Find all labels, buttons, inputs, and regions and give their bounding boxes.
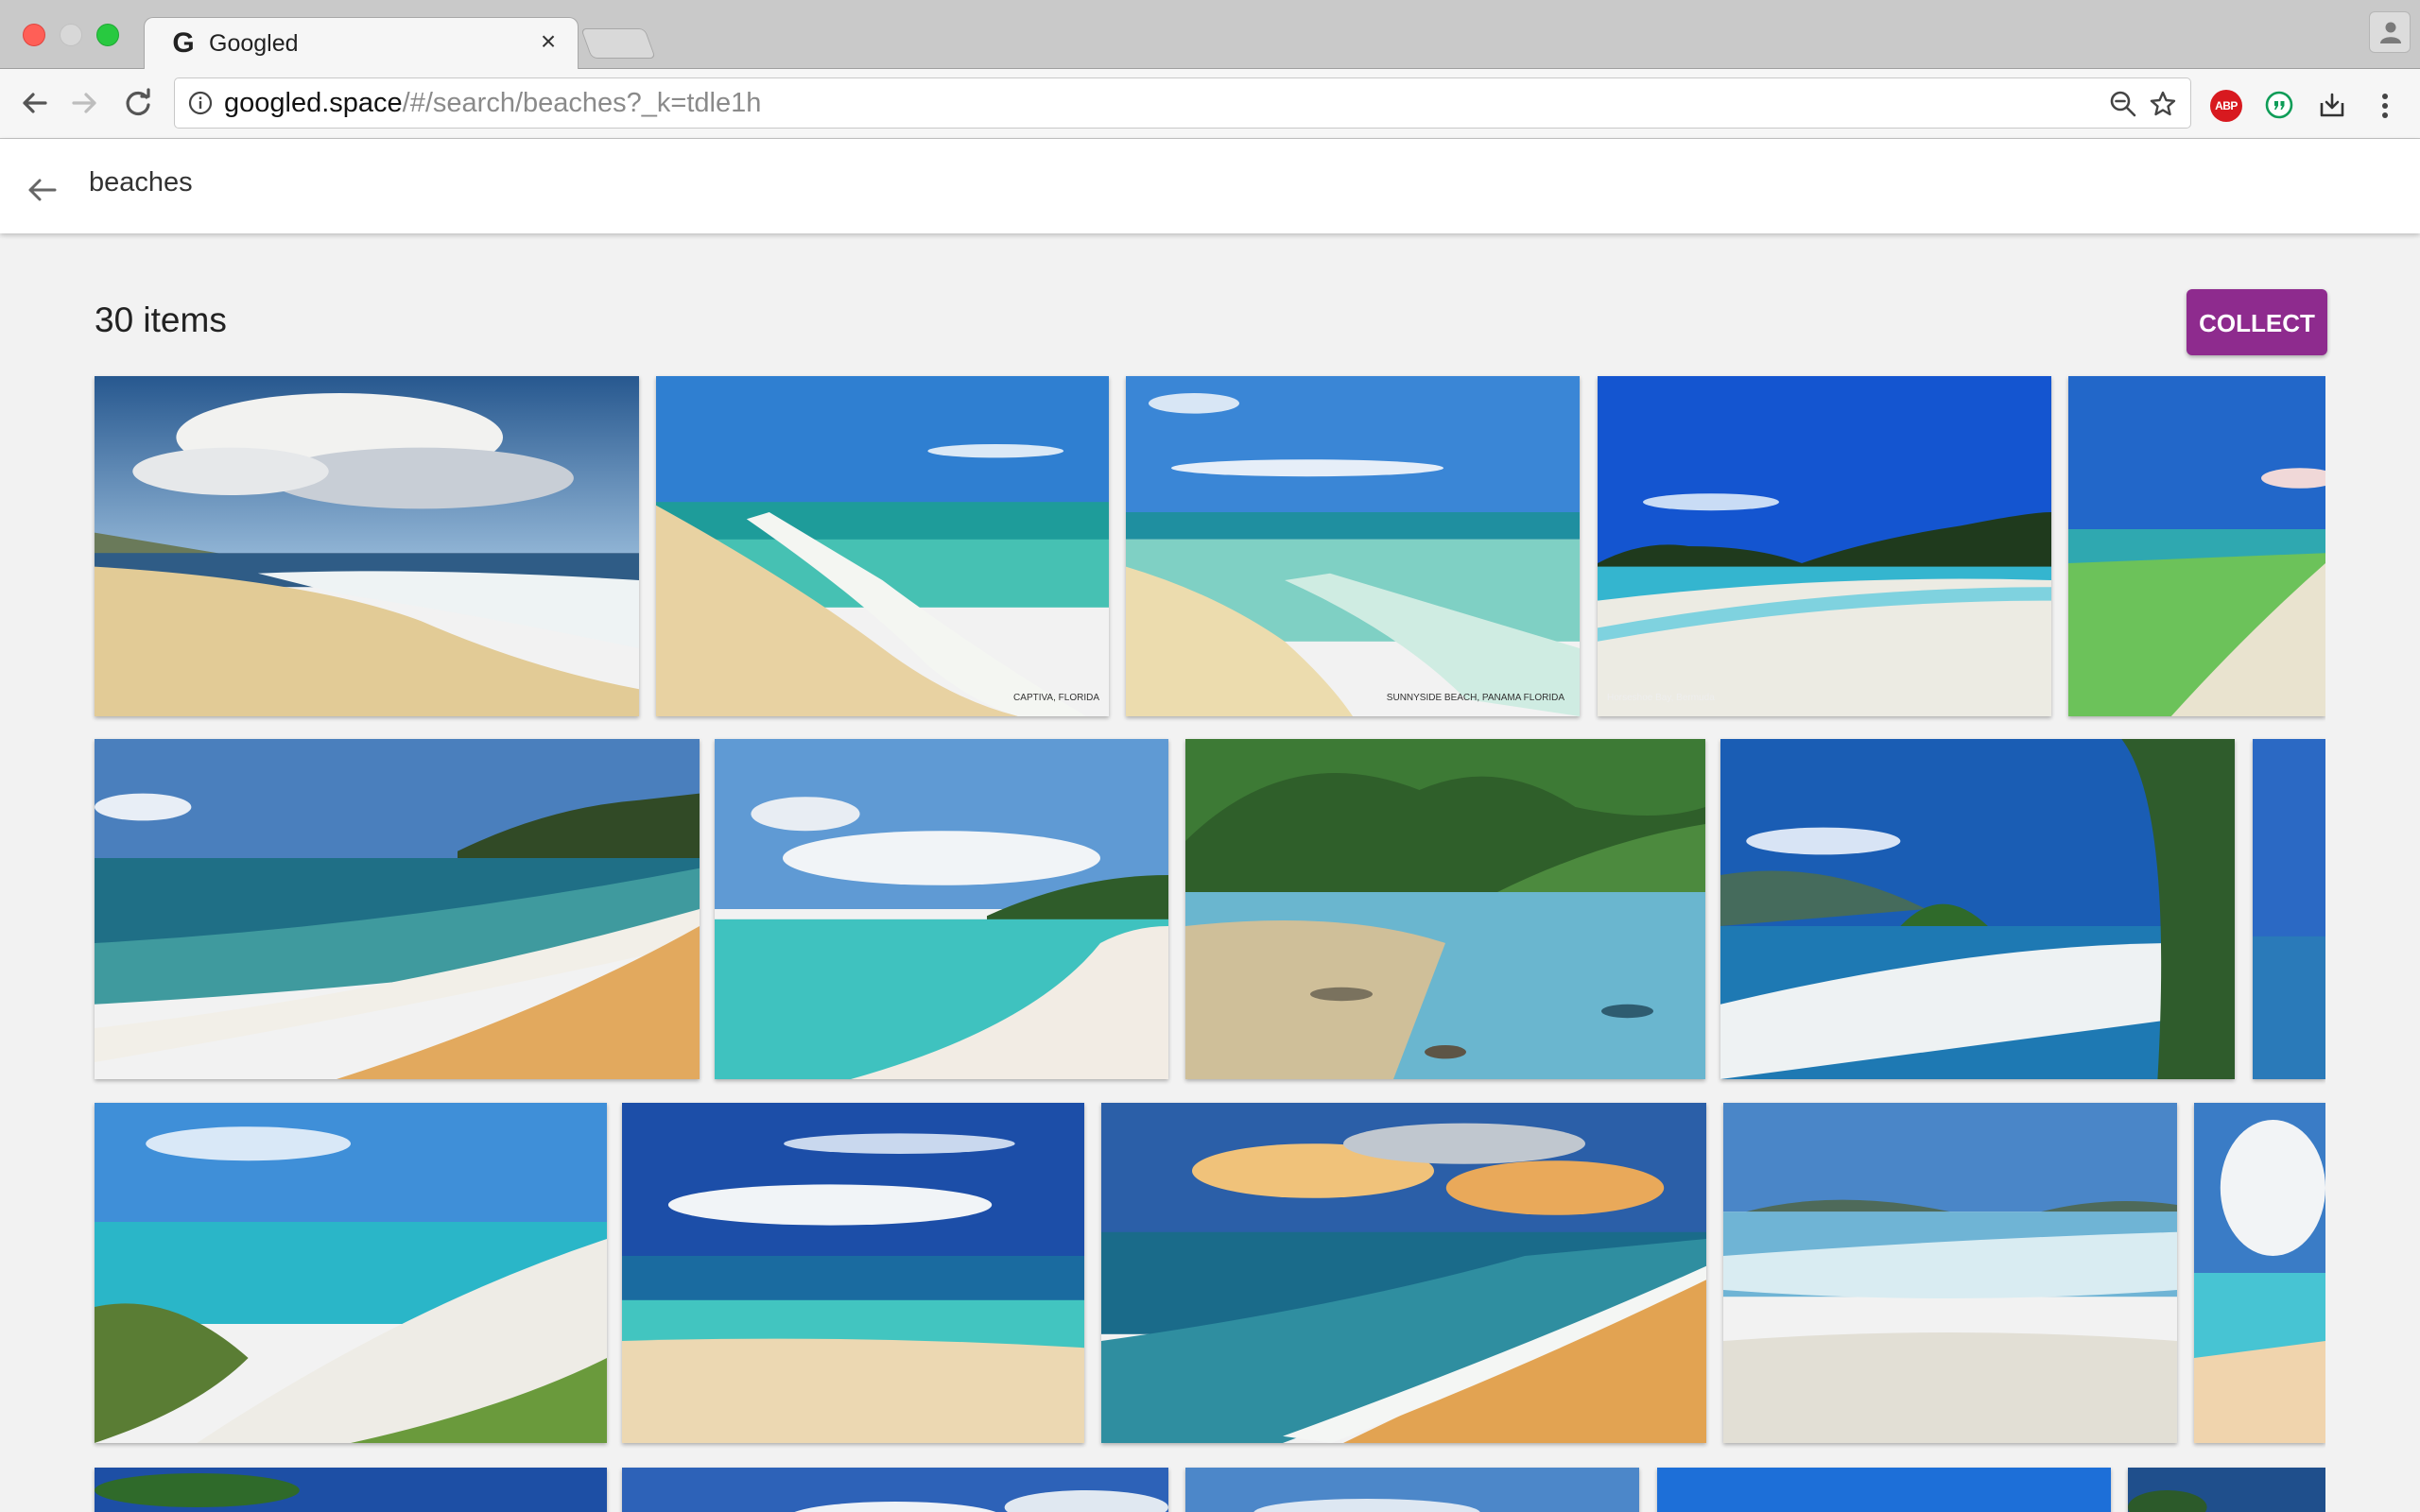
image-thumbnail[interactable] (622, 1103, 1084, 1443)
profile-icon (2380, 22, 2401, 43)
image-thumbnail[interactable] (1185, 1468, 1639, 1512)
image-thumbnail[interactable]: SUNNYSIDE BEACH, PANAMA FLORIDA (1126, 376, 1580, 716)
image-thumbnail[interactable] (715, 739, 1168, 1079)
image-thumbnail[interactable] (95, 1468, 607, 1512)
profile-button[interactable] (2369, 11, 2411, 53)
image-thumbnail[interactable] (1723, 1103, 2177, 1443)
image-thumbnail[interactable] (2128, 1468, 2325, 1512)
image-thumbnail[interactable]: Horseshoe Bay, Bermuda (1598, 376, 2051, 716)
image-thumbnail[interactable] (2194, 1103, 2325, 1443)
image-caption: Horseshoe Bay, Bermuda (1607, 693, 1715, 703)
image-thumbnail[interactable] (622, 1468, 1168, 1512)
image-thumbnail[interactable] (2068, 376, 2325, 716)
image-thumbnail[interactable]: CAPTIVA, FLORIDA (656, 376, 1109, 716)
image-caption: CAPTIVA, FLORIDA (1013, 693, 1099, 703)
menu-dots-icon[interactable] (2373, 90, 2397, 122)
image-thumbnail[interactable] (1720, 739, 2235, 1079)
image-thumbnail[interactable] (1101, 1103, 1706, 1443)
image-thumbnail[interactable] (95, 376, 639, 716)
image-caption: SUNNYSIDE BEACH, PANAMA FLORIDA (1386, 693, 1564, 703)
image-thumbnail[interactable] (1657, 1468, 2111, 1512)
image-thumbnail[interactable] (1185, 739, 1705, 1079)
image-thumbnail[interactable] (95, 739, 700, 1079)
image-thumbnail[interactable] (95, 1103, 607, 1443)
image-thumbnail[interactable] (2253, 739, 2325, 1079)
image-grid: CAPTIVA, FLORIDA SUNNYSIDE BEACH, PANAMA… (0, 0, 2325, 1512)
